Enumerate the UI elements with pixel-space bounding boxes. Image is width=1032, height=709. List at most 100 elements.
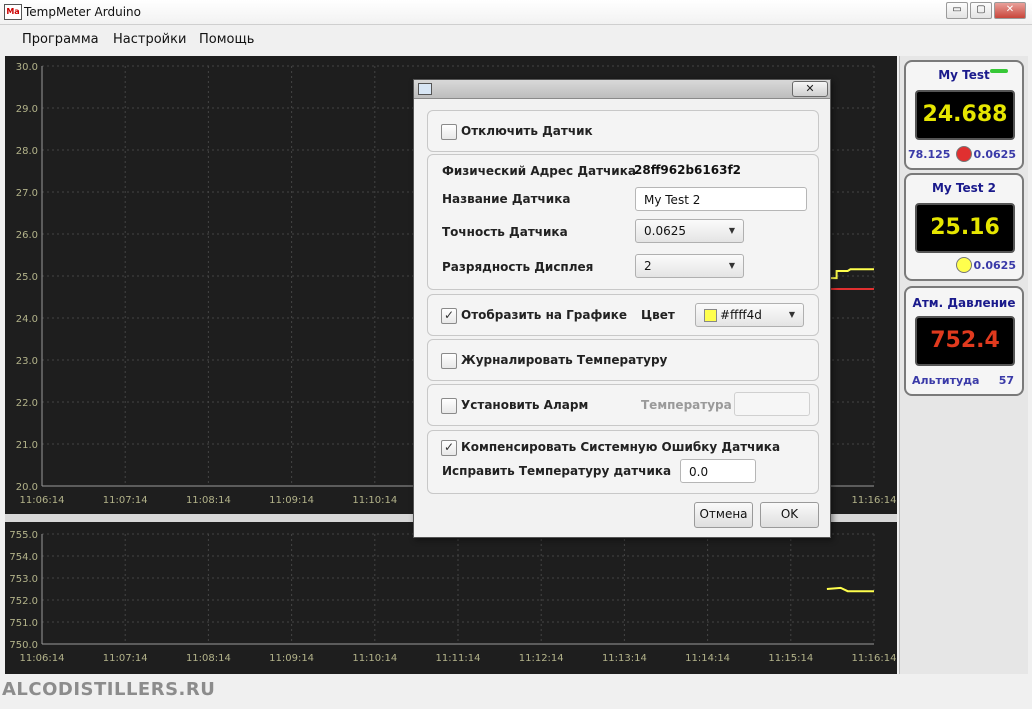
menu-help[interactable]: Помощь xyxy=(199,32,254,47)
color-picker-value: #ffff4d xyxy=(720,308,762,322)
sensor-name-label: Название Датчика xyxy=(442,192,571,206)
sensor-color-dot-icon xyxy=(956,146,972,162)
dialog-close-button[interactable]: ✕ xyxy=(792,81,828,97)
maximize-button[interactable]: ▢ xyxy=(970,2,992,19)
close-button[interactable]: ✕ xyxy=(994,2,1026,19)
disable-sensor-label: Отключить Датчик xyxy=(461,124,593,138)
set-alarm-checkbox[interactable] xyxy=(441,398,457,414)
y-tick-label: 755.0 xyxy=(9,530,38,541)
series-line xyxy=(826,586,874,593)
altitude-label: Альтитуда xyxy=(912,374,980,387)
x-tick-label: 11:08:14 xyxy=(186,653,231,664)
x-tick-label: 11:13:14 xyxy=(602,653,647,664)
x-tick-label: 11:11:14 xyxy=(436,653,481,664)
compensate-error-checkbox[interactable]: ✓ xyxy=(441,440,457,456)
sensor-resolution: 0.0625 xyxy=(973,259,1016,272)
ok-button[interactable]: OK xyxy=(760,502,819,528)
y-tick-label: 27.0 xyxy=(16,188,38,199)
chevron-down-icon: ▼ xyxy=(728,261,735,270)
y-tick-label: 750.0 xyxy=(9,640,38,651)
group-sensor-info: Физический Адрес Датчика 28ff962b6163f2 … xyxy=(427,154,819,290)
y-tick-label: 751.0 xyxy=(9,618,38,629)
sensor-value-display: 25.16 xyxy=(915,203,1015,253)
alarm-temperature-input[interactable] xyxy=(734,392,810,416)
dialog-window-icon xyxy=(418,83,432,95)
correct-temperature-input[interactable]: 0.0 xyxy=(680,459,756,483)
chevron-down-icon: ▼ xyxy=(728,226,735,235)
x-tick-label: 11:10:14 xyxy=(352,495,397,506)
sensor-card-my-test-2[interactable]: My Test 2 25.16 0.0625 xyxy=(904,173,1024,281)
y-tick-label: 21.0 xyxy=(16,440,38,451)
sensor-title: Атм. Давление xyxy=(912,296,1016,310)
y-tick-label: 754.0 xyxy=(9,552,38,563)
window-title: TempMeter Arduino xyxy=(24,5,141,19)
log-temperature-checkbox[interactable] xyxy=(441,353,457,369)
battery-indicator-icon xyxy=(990,69,1008,73)
x-tick-label: 11:08:14 xyxy=(186,495,231,506)
disable-sensor-checkbox[interactable] xyxy=(441,124,457,140)
x-tick-label: 11:06:14 xyxy=(20,653,65,664)
y-tick-label: 23.0 xyxy=(16,356,38,367)
y-tick-label: 30.0 xyxy=(16,62,38,73)
group-chart: ✓ Отобразить на Графике Цвет #ffff4d ▼ xyxy=(427,294,819,336)
y-tick-label: 28.0 xyxy=(16,146,38,157)
x-tick-label: 11:16:14 xyxy=(852,495,897,506)
y-tick-label: 753.0 xyxy=(9,574,38,585)
minimize-button[interactable]: ▭ xyxy=(946,2,968,19)
show-on-chart-label: Отобразить на Графике xyxy=(461,308,628,322)
digits-label: Разрядность Дисплея xyxy=(442,260,594,274)
color-picker[interactable]: #ffff4d ▼ xyxy=(695,303,804,327)
watermark: ALCODISTILLERS.RU xyxy=(2,679,216,700)
sensor-name-input[interactable]: My Test 2 xyxy=(635,187,807,211)
chevron-down-icon: ▼ xyxy=(788,310,795,319)
show-on-chart-checkbox[interactable]: ✓ xyxy=(441,308,457,324)
cancel-button[interactable]: Отмена xyxy=(694,502,753,528)
sensor-settings-dialog: ✕ Отключить Датчик Физический Адрес Датч… xyxy=(413,79,831,538)
set-alarm-label: Установить Аларм xyxy=(461,398,589,412)
color-swatch-icon xyxy=(704,309,717,322)
y-tick-label: 752.0 xyxy=(9,596,38,607)
x-tick-label: 11:16:14 xyxy=(852,653,897,664)
menu-bar: Программа Настройки Помощь xyxy=(0,25,1032,53)
compensate-error-label: Компенсировать Системную Ошибку Датчика xyxy=(461,440,781,454)
digits-selected-value: 2 xyxy=(644,259,652,273)
group-alarm: Установить Аларм Температура xyxy=(427,384,819,426)
y-tick-label: 20.0 xyxy=(16,482,38,493)
accuracy-selected-value: 0.0625 xyxy=(644,224,686,238)
sensor-resolution: 0.0625 xyxy=(973,148,1016,161)
group-compensation: ✓ Компенсировать Системную Ошибку Датчик… xyxy=(427,430,819,494)
pressure-chart-svg: 755.0 754.0 753.0 752.0 751.0 750.0 11:06:14 11… xyxy=(9,530,897,664)
sensor-card-pressure[interactable]: Атм. Давление 752.4 Альтитуда 57 xyxy=(904,286,1024,396)
y-tick-label: 25.0 xyxy=(16,272,38,283)
y-tick-label: 26.0 xyxy=(16,230,38,241)
x-tick-label: 11:09:14 xyxy=(269,653,314,664)
x-tick-label: 11:09:14 xyxy=(269,495,314,506)
color-label: Цвет xyxy=(641,308,675,322)
title-bar: Ma TempMeter Arduino ▭ ▢ ✕ xyxy=(0,0,1032,25)
menu-settings[interactable]: Настройки xyxy=(113,32,186,47)
sensor-card-my-test[interactable]: My Test 24.688 78.125 0.0625 xyxy=(904,60,1024,170)
sensor-value-display: 752.4 xyxy=(915,316,1015,366)
digits-select[interactable]: 2 ▼ xyxy=(635,254,744,278)
dialog-title-bar[interactable]: ✕ xyxy=(414,80,830,99)
accuracy-select[interactable]: 0.0625 ▼ xyxy=(635,219,744,243)
x-tick-label: 11:12:14 xyxy=(519,653,564,664)
menu-program[interactable]: Программа xyxy=(22,32,99,47)
pressure-chart: 755.0 754.0 753.0 752.0 751.0 750.0 11:06:14 11… xyxy=(5,522,897,674)
sensor-value-display: 24.688 xyxy=(915,90,1015,140)
x-tick-label: 11:10:14 xyxy=(352,653,397,664)
sensor-title: My Test 2 xyxy=(931,181,997,195)
app-icon: Ma xyxy=(4,4,22,20)
x-tick-label: 11:07:14 xyxy=(103,495,148,506)
log-temperature-label: Журналировать Температуру xyxy=(461,353,668,367)
y-tick-label: 24.0 xyxy=(16,314,38,325)
x-tick-label: 11:07:14 xyxy=(103,653,148,664)
sensor-left-value: 78.125 xyxy=(908,148,951,161)
sensor-panel: My Test 24.688 78.125 0.0625 My Test 2 2… xyxy=(899,56,1028,674)
group-disable: Отключить Датчик xyxy=(427,110,819,152)
alarm-temperature-label: Температура xyxy=(641,398,732,412)
x-tick-label: 11:06:14 xyxy=(20,495,65,506)
y-tick-label: 29.0 xyxy=(16,104,38,115)
phys-addr-value: 28ff962b6163f2 xyxy=(634,163,742,177)
x-tick-label: 11:15:14 xyxy=(768,653,813,664)
